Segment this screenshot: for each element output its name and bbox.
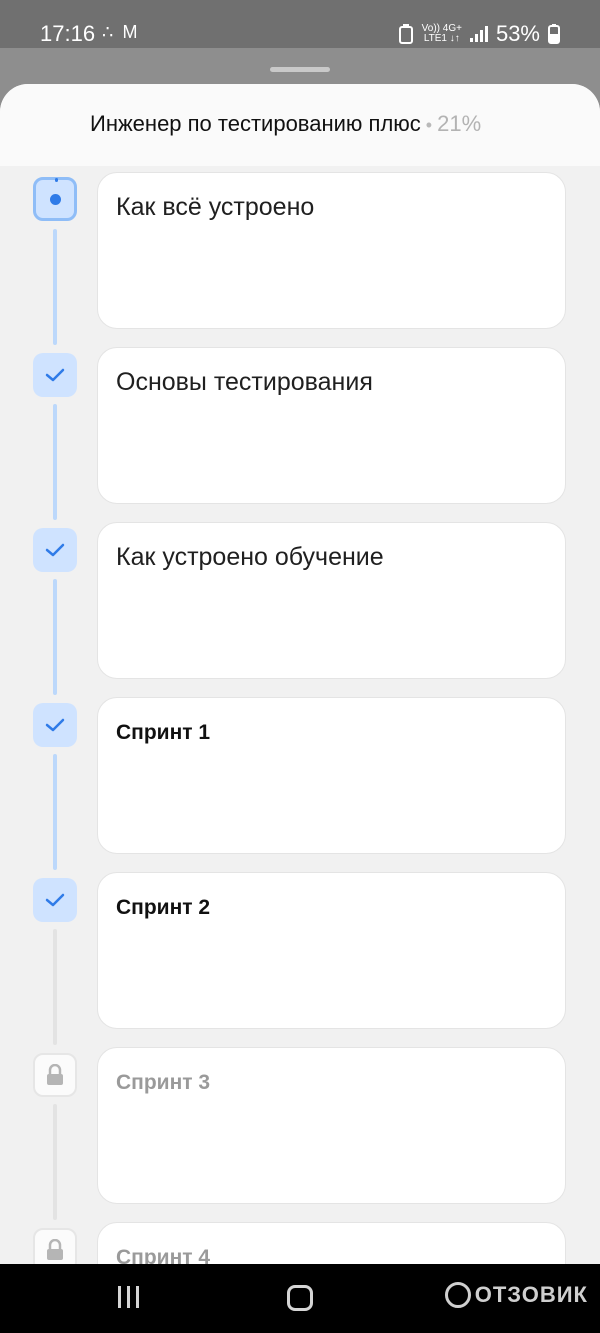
check-icon [45,368,65,382]
course-name: Инженер по тестированию плюс [90,111,421,136]
notification-icons: ∴ M [102,22,140,42]
battery-percent: 53% [495,21,540,46]
watermark-text: ОТЗОВИК [474,1282,588,1307]
module-done-marker [33,353,77,397]
battery-charging-icon [548,24,560,44]
module-done-marker [33,528,77,572]
timeline-connector [53,404,57,520]
sheet-header: Инженер по тестированию плюс • 21% [0,84,600,166]
timeline-connector [53,579,57,695]
module-card[interactable]: Спринт 4 [97,1222,566,1264]
watermark-logo-icon [444,1282,471,1308]
status-bar: 17:16 ∴ M Vo)) 4G+ LTE1 ↓↑ 53% [0,0,600,48]
timeline-connector [53,229,57,345]
separator-dot: • [425,115,433,135]
course-sheet: Инженер по тестированию плюс • 21% Как всё… [0,84,600,1264]
module-title: Спринт 2 [116,896,211,919]
lock-icon [47,1239,63,1260]
module-current-marker [33,177,77,221]
check-icon [45,718,65,732]
signal-icon [469,26,488,42]
module-card[interactable]: Спринт 3 [97,1047,566,1204]
check-icon [45,893,65,907]
sheet-drag-handle[interactable] [270,67,330,72]
home-button[interactable] [287,1285,313,1311]
recycle-icon [398,24,413,44]
current-dot-icon [49,193,61,205]
timeline-connector [53,754,57,870]
recent-apps-button[interactable] [118,1286,139,1308]
module-card[interactable]: Основы тестирования [97,347,566,504]
module-title: Как устроено обучение [116,543,384,571]
timeline-connector [53,929,57,1045]
module-done-marker [33,703,77,747]
module-card[interactable]: Спринт 1 [97,697,566,854]
lock-icon [47,1064,63,1085]
watermark: ОТЗОВИК [444,1282,588,1308]
module-title: Спринт 3 [116,1071,211,1094]
module-locked-marker [33,1053,77,1097]
module-title: Спринт 1 [116,721,211,744]
module-card[interactable]: Спринт 2 [97,872,566,1029]
module-title: Основы тестирования [116,368,373,396]
module-card[interactable]: Как всё устроено [97,172,566,329]
status-right: Vo)) 4G+ LTE1 ↓↑ 53% [398,21,560,47]
module-title: Как всё устроено [116,193,315,221]
course-title: Инженер по тестированию плюс • 21% [90,111,481,137]
module-card[interactable]: Как устроено обучение [97,522,566,679]
module-locked-marker [33,1228,77,1264]
course-progress: 21% [437,111,482,136]
module-title: Спринт 4 [116,1246,211,1264]
network-indicator: Vo)) 4G+ LTE1 ↓↑ [421,23,462,44]
check-icon [45,543,65,557]
module-done-marker [33,878,77,922]
timeline-connector [53,1104,57,1220]
status-time: 17:16 [40,21,96,46]
system-nav-bar: ОТЗОВИК [0,1264,600,1333]
